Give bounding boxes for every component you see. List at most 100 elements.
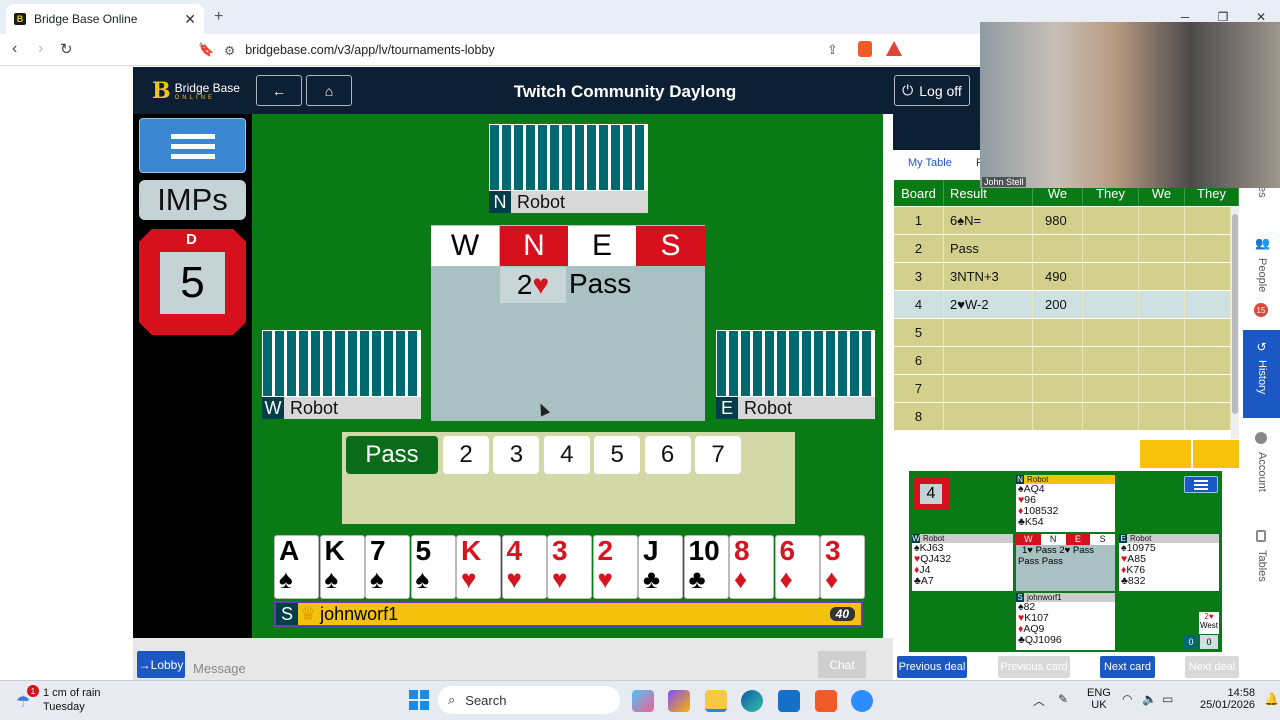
sidebar-item-people[interactable]: People [1256, 258, 1268, 292]
close-tab-icon[interactable]: ✕ [184, 11, 196, 28]
mini-menu-button[interactable] [1184, 476, 1218, 493]
pass-bid-button[interactable]: Pass [346, 436, 438, 474]
scoring-type: IMPs [139, 180, 246, 220]
next-card-button[interactable]: Next card [1100, 656, 1155, 678]
hand-card[interactable]: 6 ♦ [774, 535, 820, 599]
edge-icon[interactable] [741, 690, 763, 712]
hand-card[interactable]: 10 ♣ [683, 535, 729, 599]
history-row[interactable]: 7 [894, 375, 1231, 403]
history-label: History [1256, 360, 1268, 395]
battery-icon[interactable]: ▭ [1162, 692, 1173, 706]
history-we-2 [1139, 319, 1185, 346]
log-off-button[interactable]: ⏻ Log off [894, 75, 970, 106]
forward-icon[interactable]: › [38, 40, 43, 58]
search-label: Search [465, 692, 507, 708]
history-row[interactable]: 5 [894, 319, 1231, 347]
card-suit-icon: ♥ [597, 564, 613, 594]
previous-deal-button[interactable]: Previous deal [897, 656, 967, 678]
hand-card[interactable]: A ♠ [274, 535, 319, 599]
next-deal-button[interactable]: Next deal [1185, 656, 1239, 678]
south-score-badge: 40 [829, 607, 855, 621]
tray-chevron-icon[interactable]: ︿ [1033, 692, 1045, 709]
people-icon[interactable]: 👥 [1255, 236, 1270, 250]
hand-card[interactable]: K ♥ [456, 535, 501, 599]
history-we-2 [1139, 347, 1185, 374]
back-icon[interactable]: ‹ [12, 40, 17, 58]
address-bar[interactable]: ⚙ bridgebase.com/v3/app/lv/tournaments-l… [224, 38, 884, 62]
history-row[interactable]: 1 6♠N= 980 [894, 207, 1231, 235]
account-icon[interactable] [1255, 432, 1267, 444]
bid-level-2-button[interactable]: 2 [443, 436, 489, 474]
history-row[interactable]: 4 2♥W-2 200 [894, 291, 1231, 319]
card-back [765, 331, 778, 396]
chat-send-button[interactable]: Chat [818, 651, 866, 678]
home-icon: ⌂ [324, 82, 334, 99]
card-back [502, 125, 515, 190]
card-suit-icon: ♠ [279, 564, 293, 594]
sidebar-item-history[interactable]: ↺ History [1243, 330, 1280, 418]
store-icon[interactable] [778, 690, 800, 712]
sidebar-item-account[interactable]: Account [1256, 452, 1268, 492]
history-row[interactable]: 2 Pass [894, 235, 1231, 263]
site-info-icon[interactable]: ⚙ [224, 43, 235, 58]
card-back [263, 331, 276, 396]
volume-icon[interactable]: 🔈 [1142, 692, 1157, 706]
tables-icon[interactable] [1256, 530, 1266, 542]
bid-level-6-button[interactable]: 6 [644, 436, 691, 474]
history-panel-header [893, 114, 987, 150]
previous-card-button[interactable]: Previous card [998, 656, 1070, 678]
brave-rewards-icon[interactable] [886, 41, 902, 56]
weather-text[interactable]: 1 cm of rain [43, 687, 100, 699]
tab-my-table[interactable]: My Table [908, 157, 952, 169]
history-result [944, 375, 1033, 402]
lobby-button[interactable]: →Lobby [137, 651, 185, 678]
bookmark-icon[interactable]: 🔖 [198, 42, 214, 58]
hand-card[interactable]: 4 ♥ [501, 535, 547, 599]
hand-card[interactable]: 2 ♥ [592, 535, 638, 599]
home-button[interactable]: ⌂ [306, 75, 352, 106]
windows-start-icon[interactable] [409, 690, 429, 710]
bid-level-7-button[interactable]: 7 [695, 436, 741, 474]
hand-card[interactable]: J ♣ [638, 535, 683, 599]
brave-icon[interactable] [815, 690, 837, 712]
clock[interactable]: 14:58 25/01/2026 [1200, 687, 1255, 711]
bbo-favicon-icon: B [14, 13, 26, 25]
browser-tab[interactable]: B Bridge Base Online ✕ [6, 4, 204, 34]
file-explorer-icon[interactable] [705, 690, 727, 712]
history-row[interactable]: 6 [894, 347, 1231, 375]
hand-card[interactable]: K ♠ [319, 535, 365, 599]
history-scroll-thumb[interactable] [1232, 214, 1238, 414]
pen-icon[interactable]: ✎ [1058, 692, 1068, 706]
menu-button[interactable] [139, 118, 246, 173]
bid-level-3-button[interactable]: 3 [493, 436, 540, 474]
language-indicator[interactable]: ENG UK [1087, 687, 1111, 711]
hand-card[interactable]: 3 ♦ [820, 535, 865, 599]
message-input[interactable]: Message [193, 661, 246, 676]
url-text: bridgebase.com/v3/app/lv/tournaments-lob… [245, 43, 495, 57]
new-tab-button[interactable]: + [214, 8, 223, 26]
copilot-icon[interactable] [668, 690, 690, 712]
zoom-icon[interactable] [851, 690, 873, 712]
hand-card[interactable]: 5 ♠ [410, 535, 456, 599]
notifications-icon[interactable]: 🔔 [1264, 692, 1279, 706]
history-board: 2 [894, 235, 944, 262]
card-back [383, 331, 396, 396]
card-back [849, 331, 862, 396]
reload-icon[interactable]: ↻ [60, 40, 73, 58]
bid-level-4-button[interactable]: 4 [543, 436, 590, 474]
history-we-2 [1139, 375, 1185, 402]
south-seat-letter: S [276, 603, 298, 625]
bid-level-5-button[interactable]: 5 [594, 436, 641, 474]
share-icon[interactable]: ⇪ [827, 42, 838, 58]
back-arrow-button[interactable]: ← [256, 75, 302, 106]
history-row[interactable]: 3 3NTN+3 490 [894, 263, 1231, 291]
wifi-icon[interactable]: ◠ [1122, 692, 1132, 706]
hand-card[interactable]: 8 ♦ [729, 535, 774, 599]
paint-app-icon[interactable] [632, 690, 654, 712]
taskbar-search[interactable]: ⌕ Search [438, 686, 620, 714]
brave-shield-icon[interactable] [858, 41, 872, 57]
history-row[interactable]: 8 [894, 403, 1231, 431]
hand-card[interactable]: 3 ♥ [547, 535, 592, 599]
sidebar-item-tables[interactable]: Tables [1256, 550, 1268, 582]
hand-card[interactable]: 7 ♠ [365, 535, 410, 599]
